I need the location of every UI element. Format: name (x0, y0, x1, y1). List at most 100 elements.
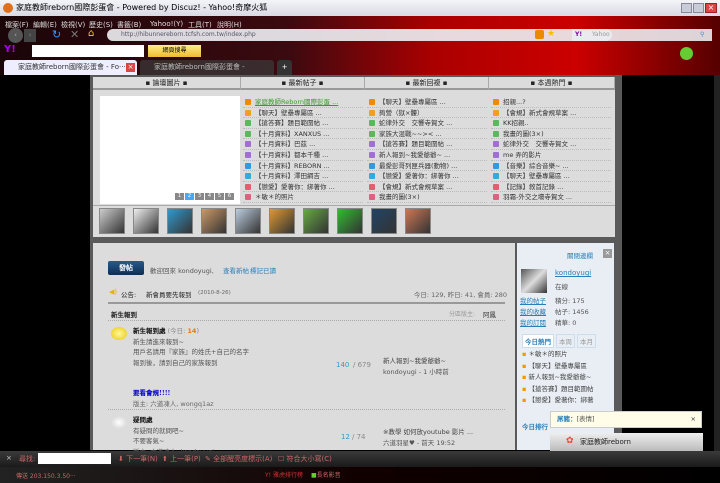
url-bar[interactable]: http://hibunnereborn.tcfsh.com.tw/index.… (107, 29, 612, 41)
find-input[interactable] (38, 453, 111, 464)
member-thumbnail[interactable] (133, 208, 159, 234)
maximize-button[interactable] (693, 3, 704, 13)
search-input[interactable]: Yahoo Y! ⚲ (572, 29, 712, 41)
tab-week[interactable]: 本周 (556, 334, 575, 348)
new-tab-button[interactable]: + (277, 60, 292, 75)
hot-topic-item[interactable]: 羽霜-外交之壞寺賀文 ... (491, 192, 611, 203)
mark-read-link[interactable]: 標記已讀 (250, 265, 276, 275)
hot-topic-item[interactable]: me 弄的影片 (491, 150, 611, 161)
tab-active[interactable]: 家庭教師reborn國際彭蛋會 - Fo··· × (4, 60, 137, 75)
tab-close-icon[interactable]: × (126, 63, 135, 72)
pager-page-5[interactable]: 5 (215, 193, 224, 200)
new-reply-item[interactable]: 【戀愛】愛著你：綁著你 ... (367, 171, 487, 182)
new-reply-item[interactable]: 【搶答賽】題目範圍帖 ... (367, 139, 487, 150)
hot-topic-item[interactable]: 蛇律外交 交響寺賀文 ... (491, 139, 611, 150)
new-reply-item[interactable]: 【聊天】壁壘專屬區 ... (367, 97, 487, 108)
member-thumbnail[interactable] (371, 208, 397, 234)
hot-topic-item[interactable]: 我畫的圖(3×) (491, 129, 611, 140)
member-thumbnail[interactable] (201, 208, 227, 234)
new-reply-item[interactable]: 蛇律外交 交響寺賀文 ... (367, 118, 487, 129)
reload-icon[interactable]: ↻ (52, 28, 61, 41)
member-thumbnail[interactable] (303, 208, 329, 234)
sidebar-hot-item[interactable]: ▪ 【戀愛】愛著你：綁著 (522, 395, 593, 407)
menu-yahoo[interactable]: Yahoo!(Y) (150, 20, 183, 28)
close-find-icon[interactable]: × (6, 454, 12, 462)
magnifier-icon[interactable]: ⚲ (700, 29, 704, 41)
video-button[interactable]: ■長名影音 (311, 470, 341, 479)
rss-icon[interactable] (535, 30, 544, 39)
new-post-item[interactable]: 【十月資料】XANXUS ... (243, 129, 363, 140)
new-reply-item[interactable]: 【會規】新式會規草案 ... (367, 182, 487, 193)
yahoo-toolbar-search[interactable] (32, 45, 144, 57)
new-post-item[interactable]: 【十月資料】都本千種 ... (243, 150, 363, 161)
member-thumbnail[interactable] (269, 208, 295, 234)
avatar[interactable] (521, 269, 547, 293)
new-post-item[interactable]: 家庭教師Reborn國際彭蛋 ... (243, 97, 363, 108)
close-icon[interactable]: × (691, 412, 696, 427)
match-case-checkbox[interactable]: ☐ 符合大小寫(C) (278, 454, 332, 464)
new-reply-item[interactable]: 家族大混戰~~>< ... (367, 129, 487, 140)
bookmark-star-icon[interactable]: ★ (547, 28, 555, 40)
member-thumbnail[interactable] (405, 208, 431, 234)
forum-title[interactable]: 新生報到處 (133, 327, 166, 335)
moderator-name[interactable]: 阿鳳 (483, 309, 496, 319)
username-link[interactable]: kondoyugi (555, 269, 591, 277)
new-post-item[interactable]: 【戀愛】愛著你：綁著你 ... (243, 182, 363, 193)
announce-link[interactable]: 新會員要先報到 (146, 289, 192, 299)
hot-topic-item[interactable]: 【音樂】綜合音樂~ ... (491, 161, 611, 172)
yahoo-ranking-button[interactable]: Y! 雅虎排行榜 (265, 470, 303, 479)
my-favorites-link[interactable]: 我的收藏 (520, 306, 546, 316)
chat-window[interactable]: ✿ 家庭教師reborn (550, 433, 703, 451)
tab-month[interactable]: 本月 (577, 334, 596, 348)
pager-page-6[interactable]: 6 (225, 193, 234, 200)
close-sidebar-link[interactable]: 關閉邊欄 (567, 250, 593, 260)
close-sidebar-icon[interactable]: × (603, 249, 612, 258)
hot-topic-item[interactable]: 【聊天】壁壘專屬區 ... (491, 171, 611, 182)
new-post-item[interactable]: 【十月資料】澤田綱吉 ... (243, 171, 363, 182)
home-icon[interactable]: ⌂ (88, 28, 94, 39)
member-thumbnail[interactable] (167, 208, 193, 234)
member-thumbnail[interactable] (337, 208, 363, 234)
member-thumbnail[interactable] (235, 208, 261, 234)
new-post-item[interactable]: 【聊天】壁壘專屬區 ... (243, 108, 363, 119)
forum-title[interactable]: 疑問處 (133, 416, 153, 424)
post-button[interactable]: 發帖 (108, 261, 144, 275)
pager-page-4[interactable]: 4 (205, 193, 214, 200)
my-posts-link[interactable]: 我的帖子 (520, 295, 546, 305)
tab-inactive[interactable]: 家庭教師reborn國際彭蛋會 - Powere··· (140, 60, 274, 86)
forward-button[interactable]: › (24, 29, 36, 42)
sidebar-hot-item[interactable]: ▪ ＊敏＊的照片 (522, 349, 593, 361)
new-post-item[interactable]: 【十月資料】REBORN ... (243, 161, 363, 172)
last-post-title[interactable]: 新人報到~我愛爺爺~ (383, 355, 446, 365)
last-post-by[interactable]: kondoyugi - 1 小時前 (383, 366, 449, 376)
back-button[interactable]: ‹ (8, 28, 23, 43)
yahoo-search-button[interactable]: 網頁搜尋 (148, 45, 201, 57)
sidebar-hot-item[interactable]: ▪ 【聊天】壁壘專屬區 (522, 361, 593, 373)
hot-topic-item[interactable]: KK招親.. (491, 118, 611, 129)
pager-page-2[interactable]: 2 (185, 193, 194, 200)
image-slideshow[interactable] (100, 96, 240, 204)
yahoo-toolbar-logo[interactable]: Y! (4, 44, 16, 55)
minimize-button[interactable] (681, 3, 692, 13)
view-new-posts-link[interactable]: 查看新帖 (223, 265, 249, 275)
new-post-item[interactable]: ＊敏＊的照片 (243, 192, 363, 203)
pager-page-1[interactable]: 1 (175, 193, 184, 200)
addon-icon[interactable] (680, 47, 693, 60)
new-post-item[interactable]: 【十月資料】巴茲 ... (243, 139, 363, 150)
find-prev-button[interactable]: ⬆ 上一筆(P) (162, 454, 201, 464)
category-title[interactable]: 新生報到 (111, 309, 137, 319)
sidebar-hot-item[interactable]: ▪ 【搶答賽】題目範圍帖 (522, 384, 593, 396)
find-next-button[interactable]: ⬇ 下一筆(N) (118, 454, 158, 464)
hot-topic-item[interactable]: 【會規】新式會規草案 ... (491, 108, 611, 119)
rules-link[interactable]: 要看會規!!!! (133, 387, 170, 397)
close-button[interactable]: × (705, 3, 717, 13)
new-reply-item[interactable]: 夠營（獄×髏） (367, 108, 487, 119)
new-reply-item[interactable]: 新人報到~我愛爺爺~ ... (367, 150, 487, 161)
highlight-all-button[interactable]: ✎ 全部醒亮度標示(A) (205, 454, 272, 464)
hot-topic-item[interactable]: 招親...? (491, 97, 611, 108)
pager-page-3[interactable]: 3 (195, 193, 204, 200)
hot-topic-item[interactable]: 【記錄】敘首記錄 ... (491, 182, 611, 193)
last-post-title[interactable]: ※教學 如何放youtube 影片 ... (383, 426, 473, 436)
sidebar-hot-item[interactable]: ▪ 新人報到~我愛爺爺~ (522, 372, 593, 384)
vertical-scrollbar[interactable] (714, 75, 720, 451)
